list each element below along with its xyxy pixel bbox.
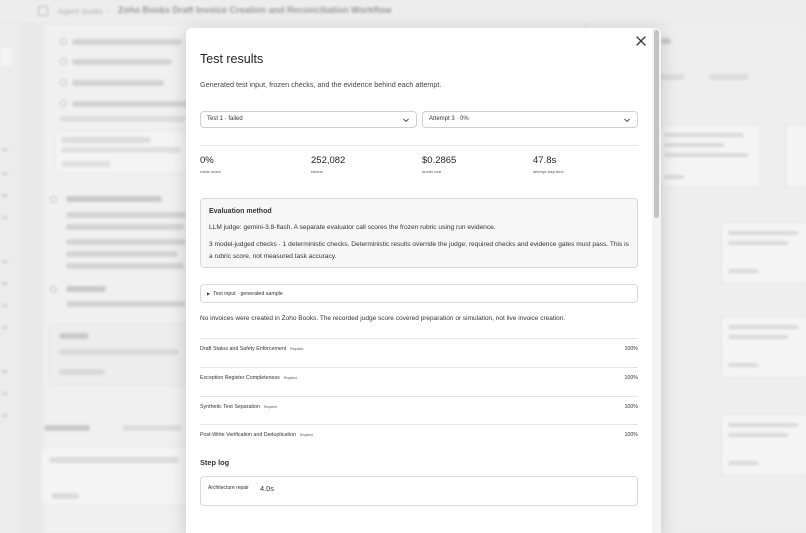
divider (200, 145, 638, 146)
criterion-name: Draft Status and Safety Enforcement (200, 346, 287, 352)
criterion-row: Draft Status and Safety Enforcement Requi… (200, 346, 638, 357)
step-name: Architecture repair (208, 485, 249, 491)
criterion-name: Exception Register Completeness (200, 375, 280, 381)
stat-label: attempt step time (533, 169, 564, 174)
required-badge: Required (290, 347, 304, 351)
result-note: No invoices were created in Zoho Books. … (200, 315, 566, 322)
test-select-value: Test 1 · failed (207, 116, 243, 122)
stat-step-time: 47.8s attempt step time (533, 155, 564, 174)
chevron-down-icon (624, 118, 630, 123)
step-duration: 4.0s (260, 484, 274, 493)
test-results-dialog: Test results Generated test input, froze… (186, 28, 661, 533)
divider (200, 367, 638, 368)
criterion-name: Post-Write Verification and Deduplicatio… (200, 432, 296, 438)
stat-label: model cost (422, 169, 442, 174)
step-log-item[interactable]: Architecture repair 4.0s (200, 476, 638, 506)
attempt-select-value: Attempt 3 · 0% (429, 116, 469, 122)
evaluation-checks-text: 3 model-judged checks · 1 deterministic … (209, 241, 629, 260)
stat-value: 0% (200, 155, 214, 166)
test-select[interactable]: Test 1 · failed (200, 111, 417, 128)
dialog-title: Test results (200, 52, 264, 66)
dialog-subtitle: Generated test input, frozen checks, and… (200, 80, 442, 89)
close-icon (636, 36, 646, 46)
required-badge: Required (299, 433, 313, 437)
test-input-label: Test input · generated sample (213, 291, 283, 297)
criterion-row: Post-Write Verification and Deduplicatio… (200, 432, 638, 443)
criterion-score: 100% (624, 432, 638, 438)
required-badge: Required (263, 405, 277, 409)
divider (200, 396, 638, 397)
evaluation-heading: Evaluation method (209, 208, 272, 215)
stat-tokens: 252,082 tokens (311, 155, 345, 174)
stat-rubric-score: 0% rubric score (200, 155, 221, 174)
scrollbar-thumb[interactable] (654, 30, 659, 218)
stat-value: 47.8s (533, 155, 557, 166)
close-button[interactable] (634, 34, 648, 48)
stat-label: tokens (311, 169, 323, 174)
evaluation-judge-text: LLM judge: gemini-3.8-flash. A separate … (209, 224, 496, 231)
criterion-score: 100% (624, 404, 638, 410)
criterion-row: Exception Register Completeness Required … (200, 375, 638, 386)
step-log-heading: Step log (200, 458, 230, 467)
test-input-toggle[interactable]: ▶ Test input · generated sample (200, 284, 638, 303)
criterion-row: Synthetic Test Separation Required 100% (200, 404, 638, 415)
stat-value: $0.2865 (422, 155, 457, 166)
evaluation-method-panel: Evaluation method LLM judge: gemini-3.8-… (200, 198, 638, 268)
criterion-score: 100% (624, 375, 638, 381)
chevron-down-icon (403, 118, 409, 123)
required-badge: Required (283, 376, 297, 380)
caret-right-icon: ▶ (207, 291, 211, 296)
stat-value: 252,082 (311, 155, 346, 166)
divider (200, 338, 638, 339)
dialog-scrollbar[interactable] (652, 28, 661, 533)
divider (200, 424, 638, 425)
attempt-select[interactable]: Attempt 3 · 0% (422, 111, 638, 128)
stat-label: rubric score (200, 169, 221, 174)
criterion-name: Synthetic Test Separation (200, 404, 260, 410)
stat-model-cost: $0.2865 model cost (422, 155, 456, 174)
criterion-score: 100% (624, 346, 638, 352)
